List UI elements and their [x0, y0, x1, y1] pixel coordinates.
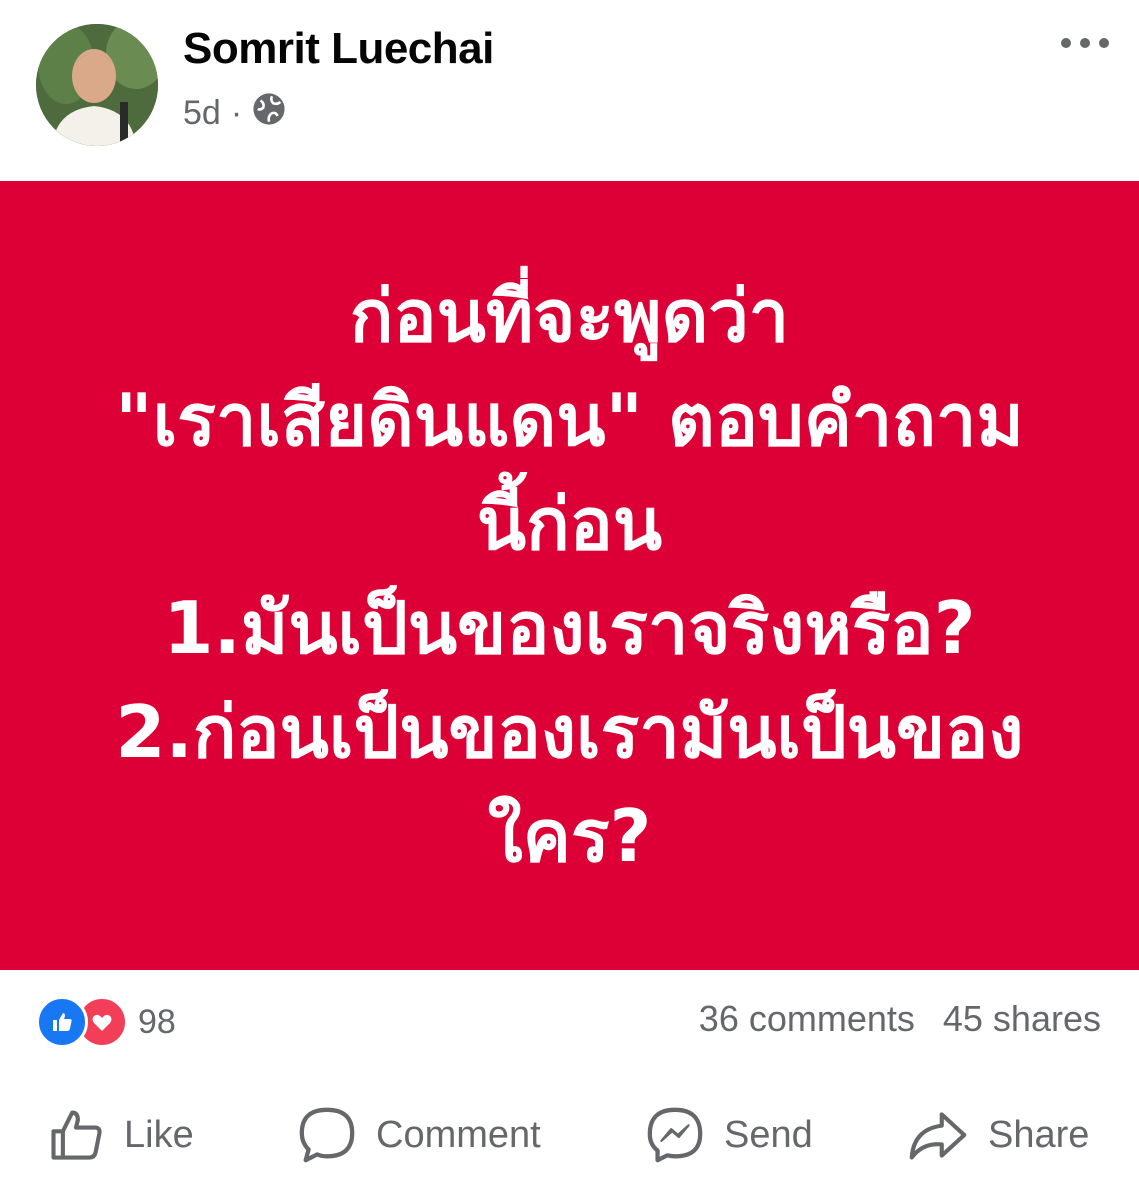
comment-label: Comment: [376, 1113, 541, 1156]
send-label: Send: [724, 1113, 813, 1156]
post-header: Somrit Luechai 5d ·: [0, 0, 1139, 180]
post-time[interactable]: 5d: [183, 94, 221, 133]
author-name[interactable]: Somrit Luechai: [183, 24, 494, 74]
globe-icon: [252, 92, 286, 135]
comment-button[interactable]: Comment: [296, 1090, 541, 1180]
thumbs-up-icon: [46, 1105, 106, 1165]
like-reaction-icon: [36, 996, 88, 1048]
reactions-summary[interactable]: 98: [36, 996, 176, 1048]
comment-bubble-icon: [296, 1104, 358, 1166]
send-button[interactable]: Send: [644, 1090, 813, 1180]
meta-separator: ·: [230, 94, 243, 132]
comments-count[interactable]: 36 comments: [699, 998, 915, 1040]
post-image[interactable]: ก่อนที่จะพูดว่า "เราเสียดินแดน" ตอบคำถาม…: [0, 181, 1139, 970]
image-text-line: ใคร?: [487, 793, 652, 878]
more-options-icon[interactable]: [1061, 38, 1109, 48]
share-label: Share: [988, 1113, 1090, 1156]
reaction-count: 98: [138, 1002, 176, 1041]
image-text-line: 1.มันเป็นของเราจริงหรือ?: [163, 585, 976, 670]
more-dot: [1099, 38, 1109, 48]
image-text-line: 2.ก่อนเป็นของเรามันเป็นของ: [115, 689, 1024, 774]
like-label: Like: [124, 1113, 194, 1156]
messenger-icon: [644, 1104, 706, 1166]
image-text-line: นี้ก่อน: [476, 481, 663, 566]
image-text-line: ก่อนที่จะพูดว่า: [349, 273, 790, 358]
action-bar: Like Comment Send Share: [0, 1090, 1139, 1180]
more-dot: [1080, 38, 1090, 48]
more-dot: [1061, 38, 1071, 48]
image-text-line: "เราเสียดินแดน" ตอบคำถาม: [115, 377, 1024, 462]
post-meta: 5d ·: [183, 92, 286, 135]
share-button[interactable]: Share: [906, 1090, 1089, 1180]
like-button[interactable]: Like: [46, 1090, 194, 1180]
engagement-counts: 36 comments 45 shares: [699, 998, 1101, 1040]
post-stats: 98 36 comments 45 shares: [0, 990, 1139, 1050]
shares-count[interactable]: 45 shares: [943, 998, 1101, 1040]
share-arrow-icon: [906, 1105, 970, 1165]
author-avatar[interactable]: [36, 24, 158, 146]
